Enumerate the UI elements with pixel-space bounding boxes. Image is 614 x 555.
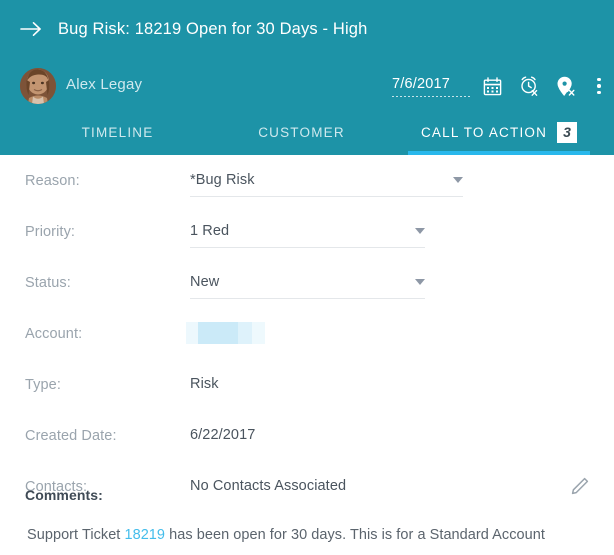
tab-customer-label: CUSTOMER (258, 125, 345, 140)
calendar-icon[interactable] (481, 74, 503, 98)
field-row-type: Type: Risk (0, 359, 614, 410)
due-date-value: 7/6/2017 (392, 76, 470, 96)
field-label-created-date: Created Date: (25, 428, 117, 444)
arrow-right-icon[interactable] (16, 14, 46, 44)
tab-call-to-action-badge: 3 (557, 122, 577, 143)
avatar[interactable] (20, 68, 56, 104)
priority-select[interactable]: 1 Red (190, 218, 425, 248)
field-label-type: Type: (25, 377, 61, 393)
due-date-underline (392, 96, 470, 97)
tab-bar: TIMELINE CUSTOMER CALL TO ACTION 3 (0, 114, 614, 155)
due-date-field[interactable]: 7/6/2017 (392, 76, 470, 97)
user-row: Alex Legay 7/6/2017 (0, 58, 614, 114)
field-row-priority: Priority: 1 Red (0, 206, 614, 257)
field-row-reason: Reason: *Bug Risk (0, 155, 614, 206)
type-value: Risk (190, 376, 219, 392)
title-row: Bug Risk: 18219 Open for 30 Days - High (0, 0, 614, 58)
panel-header: Bug Risk: 18219 Open for 30 Days - High (0, 0, 614, 155)
ticket-link[interactable]: 18219 (124, 527, 165, 543)
pencil-icon[interactable] (570, 476, 590, 496)
user-name: Alex Legay (66, 76, 142, 93)
alarm-off-icon[interactable] (518, 74, 540, 98)
field-label-status: Status: (25, 275, 71, 291)
status-select[interactable]: New (190, 269, 425, 299)
page-title: Bug Risk: 18219 Open for 30 Days - High (58, 20, 367, 39)
reason-select[interactable]: *Bug Risk (190, 167, 463, 197)
account-value-redacted[interactable] (186, 322, 265, 344)
tab-timeline[interactable]: TIMELINE (40, 114, 195, 155)
call-to-action-detail-panel: Bug Risk: 18219 Open for 30 Days - High (0, 0, 614, 555)
location-off-icon[interactable] (555, 74, 577, 98)
field-label-account: Account: (25, 326, 82, 342)
chevron-down-icon (453, 177, 463, 183)
comments-body: Support Ticket 18219 has been open for 3… (27, 524, 602, 546)
comments-heading: Comments: (25, 487, 103, 503)
detail-form: Reason: *Bug Risk Priority: 1 Red Status… (0, 155, 614, 512)
field-label-priority: Priority: (25, 224, 75, 240)
chevron-down-icon (415, 228, 425, 234)
header-actions (481, 74, 606, 98)
field-row-account: Account: (0, 308, 614, 359)
chevron-down-icon (415, 279, 425, 285)
tab-timeline-label: TIMELINE (82, 125, 154, 140)
tab-call-to-action-label: CALL TO ACTION (421, 125, 547, 140)
comment-text-before: Support Ticket (27, 527, 124, 543)
field-label-reason: Reason: (25, 173, 80, 189)
created-date-value: 6/22/2017 (190, 427, 255, 443)
contacts-value: No Contacts Associated (190, 478, 346, 494)
status-select-value: New (190, 274, 219, 290)
field-row-created-date: Created Date: 6/22/2017 (0, 410, 614, 461)
field-row-status: Status: New (0, 257, 614, 308)
more-options-icon[interactable] (592, 75, 606, 97)
priority-select-value: 1 Red (190, 223, 229, 239)
reason-select-value: *Bug Risk (190, 172, 255, 188)
tab-call-to-action[interactable]: CALL TO ACTION 3 (408, 114, 590, 155)
comment-text-after: has been open for 30 days. This is for a… (165, 527, 545, 543)
tab-customer[interactable]: CUSTOMER (224, 114, 379, 155)
